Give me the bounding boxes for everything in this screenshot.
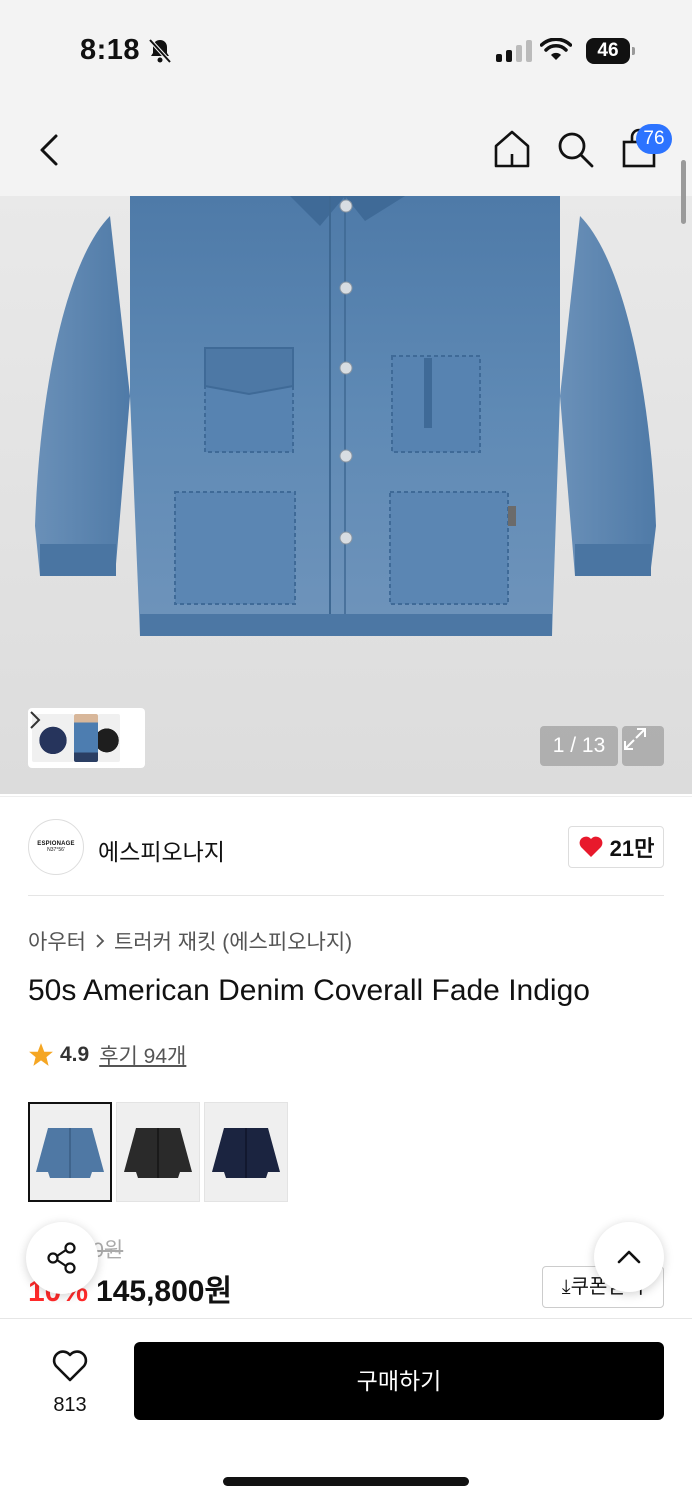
product-image-gallery[interactable]: 1 / 13: [0, 196, 692, 794]
image-page-indicator: 1 / 13: [540, 726, 618, 766]
color-options: [28, 1102, 288, 1202]
wifi-icon: [540, 38, 572, 60]
brand-like-button[interactable]: 21만: [568, 826, 664, 868]
share-icon: [47, 1242, 76, 1274]
sale-price: 145,800원: [96, 1275, 233, 1308]
brand-logo-subtext: N37°56': [47, 847, 65, 853]
bell-off-icon: [148, 38, 172, 64]
wishlist-count: 813: [53, 1394, 87, 1416]
cart-count-badge[interactable]: 76: [636, 124, 672, 154]
expand-image-button[interactable]: [622, 726, 664, 766]
status-time: 8:18: [80, 34, 141, 66]
expand-icon: [624, 728, 646, 750]
back-arrow-icon[interactable]: [34, 130, 66, 170]
breadcrumb-category[interactable]: 아우터: [28, 926, 86, 956]
chevron-right-icon: [96, 934, 105, 948]
wishlist-button[interactable]: 813: [40, 1349, 100, 1417]
scroll-to-top-button[interactable]: [594, 1222, 664, 1292]
review-count-link[interactable]: 후기 94개: [99, 1040, 186, 1070]
jacket-thumbnail: [212, 1128, 280, 1178]
share-button[interactable]: [26, 1222, 98, 1294]
bottom-purchase-bar: 813 구매하기: [0, 1318, 692, 1500]
heart-filled-icon: [579, 836, 603, 857]
jacket-thumbnail: [124, 1128, 192, 1178]
heart-outline-icon: [52, 1350, 88, 1382]
product-image: [35, 196, 656, 636]
image-thumbnail-strip[interactable]: [28, 708, 145, 768]
chevron-up-icon: [617, 1250, 641, 1264]
home-indicator[interactable]: [223, 1477, 469, 1486]
rating-score: 4.9: [60, 1043, 90, 1066]
brand-row: ESPIONAGE N37°56' 에스피오나지 21만: [0, 796, 692, 896]
color-option-black[interactable]: [116, 1102, 200, 1202]
cell-signal-icon: [496, 40, 532, 62]
color-option-fade-indigo[interactable]: [28, 1102, 112, 1202]
jacket-thumbnail: [36, 1128, 104, 1178]
star-icon: [29, 1043, 53, 1066]
brand-name[interactable]: 에스피오나지: [98, 833, 225, 867]
brand-like-count: 21만: [609, 836, 655, 861]
search-icon[interactable]: [556, 130, 596, 170]
color-option-navy[interactable]: [204, 1102, 288, 1202]
status-bar: 8:18 46: [0, 0, 692, 100]
thumbnail-jacket-black: [98, 714, 120, 762]
home-icon[interactable]: [492, 128, 532, 170]
nav-bar: [0, 100, 692, 196]
chevron-right-icon[interactable]: [28, 708, 42, 732]
rating-row: 4.9 후기 94개: [28, 1040, 186, 1070]
breadcrumb-subcategory[interactable]: 트러커 재킷 (에스피오나지): [114, 926, 352, 956]
battery-indicator: 46: [586, 38, 630, 64]
section-divider: [28, 895, 664, 896]
buy-button[interactable]: 구매하기: [134, 1342, 664, 1420]
brand-logo[interactable]: ESPIONAGE N37°56': [28, 819, 84, 875]
thumbnail-model: [74, 714, 98, 762]
battery-cap: [632, 47, 635, 55]
breadcrumb: 아우터 트러커 재킷 (에스피오나지): [28, 926, 352, 956]
scrollbar-thumb[interactable]: [681, 160, 686, 224]
product-title: 50s American Denim Coverall Fade Indigo: [28, 974, 590, 1007]
